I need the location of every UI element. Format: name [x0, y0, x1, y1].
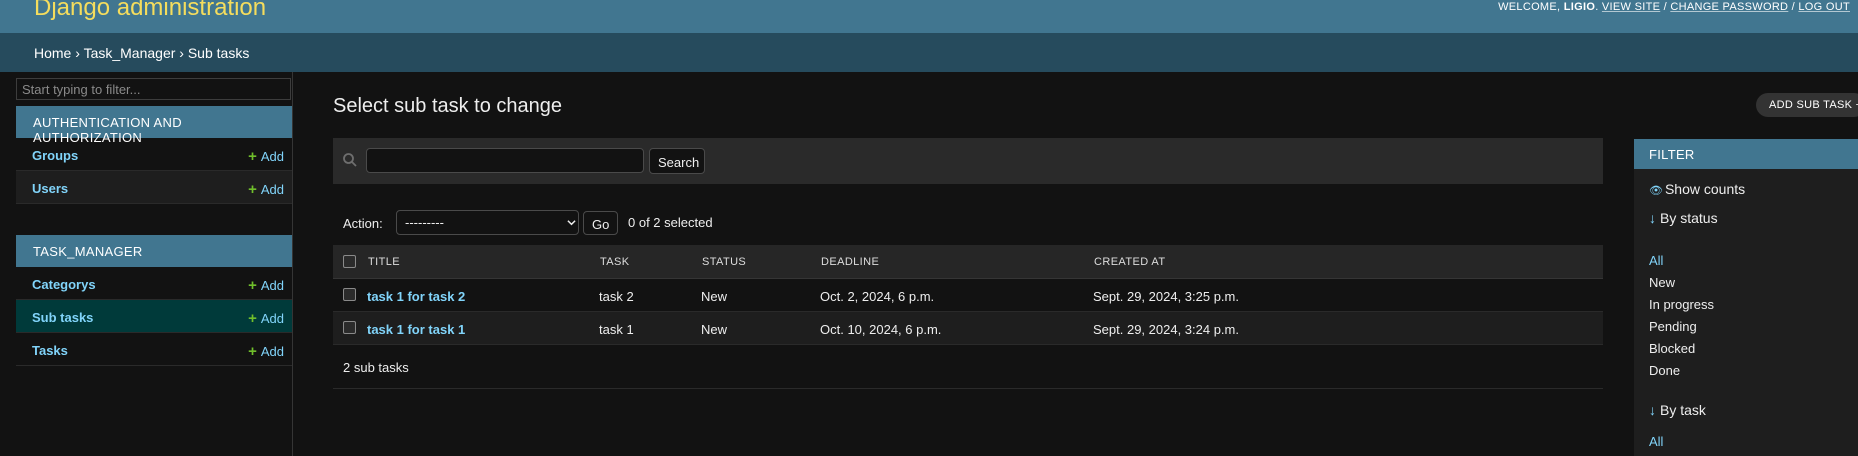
- plus-icon: +: [248, 277, 257, 294]
- add-tasks-link[interactable]: + Add: [248, 343, 284, 360]
- username: LIGIO: [1563, 1, 1596, 13]
- app-caption-task-manager[interactable]: TASK_MANAGER: [16, 235, 292, 267]
- filter-title-label: By status: [1660, 210, 1718, 226]
- site-header: Django administration WELCOME, LIGIO. VI…: [0, 0, 1858, 33]
- row-checkbox[interactable]: [343, 321, 356, 334]
- add-sub-tasks-link[interactable]: + Add: [248, 310, 284, 327]
- filter-status-new[interactable]: New: [1649, 275, 1675, 290]
- row-title-link[interactable]: task 1 for task 2: [367, 289, 465, 304]
- row-status: New: [701, 322, 728, 337]
- paginator: 2 sub tasks: [333, 355, 1603, 389]
- breadcrumb: Home › Task_Manager › Sub tasks: [0, 33, 1858, 72]
- filter-status-pending[interactable]: Pending: [1649, 319, 1697, 334]
- sidebar-item-groups: Groups + Add: [16, 138, 292, 171]
- breadcrumb-app[interactable]: Task_Manager: [84, 45, 176, 61]
- welcome-text: WELCOME,: [1498, 1, 1561, 13]
- row-deadline: Oct. 10, 2024, 6 p.m.: [820, 322, 942, 337]
- action-select[interactable]: ---------: [396, 210, 579, 235]
- page-title: Select sub task to change: [333, 95, 563, 117]
- row-title-link[interactable]: task 1 for task 1: [367, 322, 465, 337]
- sidebar-item-label[interactable]: Groups: [32, 148, 78, 163]
- add-label: Add: [260, 278, 284, 293]
- row-task: task 1: [599, 322, 634, 337]
- filter-header: FILTER: [1634, 139, 1858, 169]
- filter-title-label: By task: [1660, 402, 1706, 418]
- column-status[interactable]: STATUS: [702, 256, 746, 268]
- down-arrow-icon: ↓: [1649, 402, 1656, 418]
- add-label: Add: [260, 149, 284, 164]
- table-header: TITLE TASK STATUS DEADLINE CREATED AT: [333, 245, 1603, 279]
- filter-by-task-title[interactable]: ↓ By task: [1649, 402, 1706, 418]
- nav-sidebar: Start typing to filter... AUTHENTICATION…: [0, 72, 293, 456]
- log-out-link[interactable]: LOG OUT: [1798, 1, 1850, 13]
- show-counts-label: Show counts: [1664, 181, 1746, 197]
- select-all-checkbox[interactable]: [343, 255, 356, 268]
- sidebar-item-label[interactable]: Users: [32, 181, 68, 196]
- filter-status-all[interactable]: All: [1649, 253, 1663, 268]
- add-label: Add: [260, 182, 284, 197]
- sidebar-item-label[interactable]: Sub tasks: [32, 310, 93, 325]
- table-row: task 1 for task 2 task 2 New Oct. 2, 202…: [333, 279, 1603, 312]
- separator: /: [1663, 1, 1667, 13]
- filter-status-done[interactable]: Done: [1649, 363, 1680, 378]
- add-groups-link[interactable]: + Add: [248, 148, 284, 165]
- sidebar-item-label[interactable]: Tasks: [32, 343, 68, 358]
- selection-count: 0 of 2 selected: [628, 215, 713, 230]
- breadcrumb-home[interactable]: Home: [34, 45, 71, 61]
- column-task[interactable]: TASK: [600, 256, 630, 268]
- filter-panel: FILTER 👁 Show counts ↓ By status All New I…: [1634, 139, 1858, 456]
- add-sub-task-button[interactable]: ADD SUB TASK +: [1756, 93, 1858, 117]
- go-button[interactable]: Go: [583, 211, 618, 235]
- view-site-link[interactable]: VIEW SITE: [1602, 1, 1660, 13]
- breadcrumb-separator: ›: [75, 45, 80, 61]
- plus-icon: +: [248, 181, 257, 198]
- filter-by-status-title[interactable]: ↓ By status: [1649, 210, 1718, 226]
- sidebar-item-categorys: Categorys + Add: [16, 267, 292, 300]
- separator: /: [1791, 1, 1796, 13]
- result-count: 2 sub tasks: [343, 360, 409, 375]
- user-tools: WELCOME, LIGIO. VIEW SITE / CHANGE PASSW…: [1498, 1, 1850, 13]
- add-label: Add: [260, 311, 284, 326]
- search-icon: [343, 153, 357, 167]
- plus-icon: +: [248, 148, 257, 165]
- plus-icon: +: [248, 343, 257, 360]
- breadcrumb-separator: ›: [179, 45, 184, 61]
- filter-status-in-progress[interactable]: In progress: [1649, 297, 1714, 312]
- chevron-down-icon: [567, 220, 576, 226]
- search-toolbar: Search: [333, 138, 1603, 184]
- nav-filter-input[interactable]: Start typing to filter...: [16, 78, 291, 100]
- search-input[interactable]: [366, 148, 644, 173]
- add-users-link[interactable]: + Add: [248, 181, 284, 198]
- sidebar-item-label[interactable]: Categorys: [32, 277, 96, 292]
- breadcrumb-current: Sub tasks: [187, 45, 250, 61]
- search-button[interactable]: Search: [649, 148, 705, 174]
- column-title[interactable]: TITLE: [368, 256, 400, 268]
- row-deadline: Oct. 2, 2024, 6 p.m.: [820, 289, 935, 304]
- change-password-link[interactable]: CHANGE PASSWORD: [1670, 1, 1788, 13]
- eye-icon: 👁: [1649, 185, 1663, 197]
- column-created-at[interactable]: CREATED AT: [1094, 256, 1165, 268]
- sidebar-item-tasks: Tasks + Add: [16, 333, 292, 366]
- add-sub-task-label: ADD SUB TASK: [1769, 99, 1853, 111]
- add-label: Add: [260, 344, 284, 359]
- row-created-at: Sept. 29, 2024, 3:25 p.m.: [1093, 289, 1239, 304]
- row-task: task 2: [599, 289, 634, 304]
- row-checkbox[interactable]: [343, 288, 356, 301]
- actions-bar: Action: --------- Go 0 of 2 selected: [333, 210, 1603, 240]
- add-categorys-link[interactable]: + Add: [248, 277, 284, 294]
- row-created-at: Sept. 29, 2024, 3:24 p.m.: [1093, 322, 1239, 337]
- show-counts-link[interactable]: 👁 Show counts: [1649, 181, 1745, 197]
- sidebar-item-users: Users + Add: [16, 171, 292, 204]
- filter-status-blocked[interactable]: Blocked: [1649, 341, 1695, 356]
- sidebar-item-sub-tasks: Sub tasks + Add: [16, 300, 292, 333]
- filter-task-all[interactable]: All: [1649, 434, 1663, 449]
- column-deadline[interactable]: DEADLINE: [821, 256, 879, 268]
- app-caption-auth[interactable]: AUTHENTICATION AND AUTHORIZATION: [16, 106, 292, 145]
- site-brand[interactable]: Django administration: [34, 0, 266, 22]
- action-label: Action:: [343, 216, 383, 231]
- row-status: New: [701, 289, 728, 304]
- table-row: task 1 for task 1 task 1 New Oct. 10, 20…: [333, 312, 1603, 345]
- plus-icon: +: [248, 310, 257, 327]
- down-arrow-icon: ↓: [1649, 210, 1656, 226]
